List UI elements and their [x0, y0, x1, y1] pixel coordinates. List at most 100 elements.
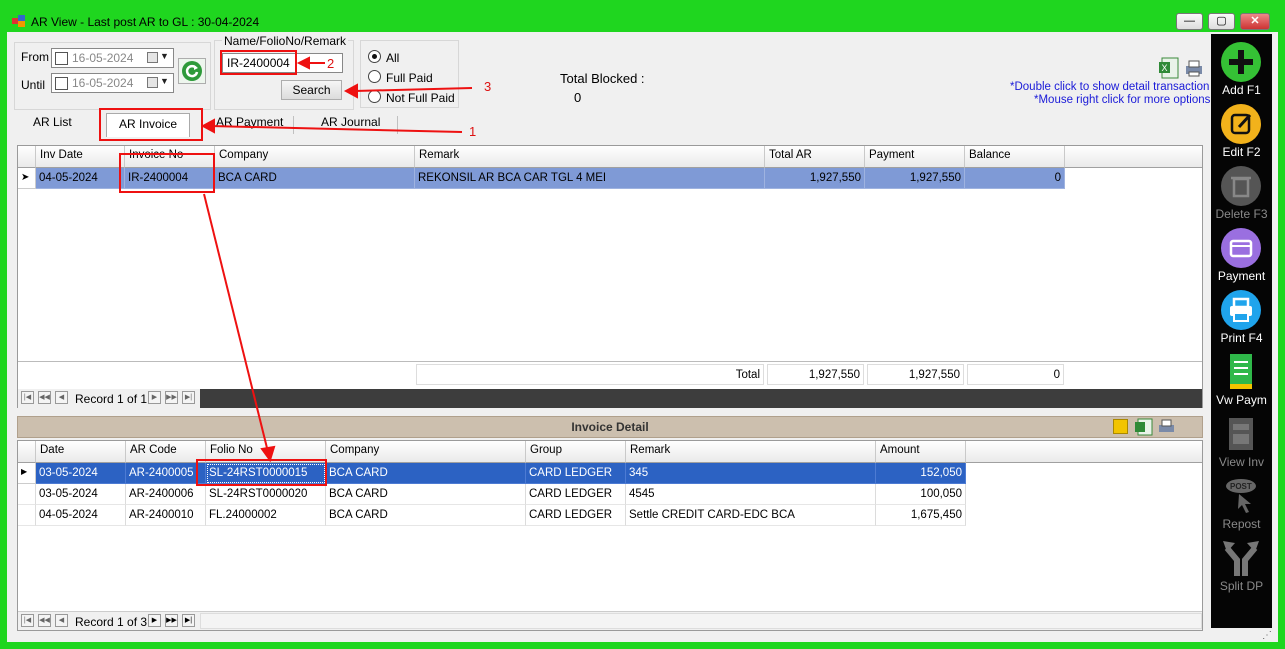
wallet-icon [1221, 228, 1261, 268]
cell-payment[interactable]: 1,927,550 [865, 168, 965, 189]
footer-total-label: Total [416, 364, 764, 385]
col-inv-date[interactable]: Inv Date [36, 146, 125, 168]
col-remark[interactable]: Remark [415, 146, 765, 168]
cell-remark[interactable]: 4545 [626, 484, 876, 505]
col-date[interactable]: Date [36, 441, 126, 463]
radio-full-paid[interactable] [368, 70, 381, 83]
col-total-ar[interactable]: Total AR [765, 146, 865, 168]
maximize-button[interactable]: ▢ [1208, 13, 1235, 30]
until-date-checkbox[interactable] [55, 77, 68, 90]
add-button[interactable]: Add F1 [1211, 38, 1272, 100]
cell-group[interactable]: CARD LEDGER [526, 505, 626, 526]
view-payment-button[interactable]: Vw Paym [1211, 348, 1272, 410]
prev-page-icon[interactable]: ◀◀ [38, 614, 51, 627]
col-company[interactable]: Company [215, 146, 415, 168]
tab-ar-journal[interactable]: AR Journal [317, 112, 384, 136]
cell-company[interactable]: BCA CARD [326, 484, 526, 505]
cell-group[interactable]: CARD LEDGER [526, 484, 626, 505]
view-invoice-button[interactable]: View Inv [1211, 410, 1272, 472]
prev-record-icon[interactable]: ◀ [55, 391, 68, 404]
next-page-icon[interactable]: ▶▶ [165, 614, 178, 627]
search-button[interactable]: Search [281, 80, 342, 100]
cell-total-ar[interactable]: 1,927,550 [765, 168, 865, 189]
cell-amount[interactable]: 1,675,450 [876, 505, 966, 526]
row-header [18, 484, 36, 505]
minimize-button[interactable]: — [1176, 13, 1203, 30]
next-page-icon[interactable]: ▶▶ [165, 391, 178, 404]
refresh-button[interactable] [178, 58, 206, 84]
cell-folio-no[interactable]: FL.24000002 [206, 505, 326, 526]
col-balance[interactable]: Balance [965, 146, 1065, 168]
horizontal-scrollbar[interactable] [200, 613, 1202, 629]
cell-balance[interactable]: 0 [965, 168, 1065, 189]
horizontal-scrollbar[interactable] [200, 389, 1202, 408]
cell-folio-no[interactable]: SL-24RST0000020 [206, 484, 326, 505]
tab-divider [397, 116, 398, 134]
col-amount[interactable]: Amount [876, 441, 966, 463]
expand-icon[interactable] [1113, 419, 1128, 434]
row-pointer-icon: ▶ [18, 463, 36, 484]
first-record-icon[interactable]: |◀ [21, 391, 34, 404]
cell-company[interactable]: BCA CARD [326, 463, 526, 484]
repost-button[interactable]: POST Repost [1211, 472, 1272, 534]
tab-divider [293, 116, 294, 134]
last-record-icon[interactable]: ▶| [182, 391, 195, 404]
detail-grid[interactable]: Date AR Code Folio No Company Group Rema… [17, 440, 1203, 631]
chevron-down-icon[interactable]: ▼ [160, 76, 169, 86]
prev-record-icon[interactable]: ◀ [55, 614, 68, 627]
annotation-label-3: 3 [484, 79, 492, 94]
cell-ar-code[interactable]: AR-2400005 [126, 463, 206, 484]
radio-all[interactable] [368, 50, 381, 63]
from-date-checkbox[interactable] [55, 52, 68, 65]
resize-grip[interactable]: ⋰ [1262, 630, 1272, 641]
cell-remark[interactable]: Settle CREDIT CARD-EDC BCA [626, 505, 876, 526]
close-button[interactable]: ✕ [1240, 13, 1270, 30]
cell-remark[interactable]: REKONSIL AR BCA CAR TGL 4 MEI [415, 168, 765, 189]
print-setup-icon[interactable] [1158, 419, 1176, 438]
first-record-icon[interactable]: |◀ [21, 614, 34, 627]
cell-inv-date[interactable]: 04-05-2024 [36, 168, 125, 189]
split-dp-button[interactable]: Split DP [1211, 534, 1272, 596]
next-record-icon[interactable]: ▶ [148, 614, 161, 627]
calendar-icon [147, 52, 158, 63]
radio-all-label: All [386, 51, 400, 65]
radio-not-full-paid-label: Not Full Paid [386, 91, 455, 105]
print-button[interactable]: Print F4 [1211, 286, 1272, 348]
cell-amount[interactable]: 152,050 [876, 463, 966, 484]
cell-company[interactable]: BCA CARD [326, 505, 526, 526]
payment-label: Payment [1217, 269, 1266, 283]
from-date-picker[interactable]: 16-05-2024 ▼ [51, 48, 174, 68]
excel-export-icon[interactable]: X [1159, 57, 1179, 82]
col-payment[interactable]: Payment [865, 146, 965, 168]
tab-ar-list[interactable]: AR List [29, 112, 76, 136]
cell-remark[interactable]: 345 [626, 463, 876, 484]
delete-button[interactable]: Delete F3 [1211, 162, 1272, 224]
cell-ar-code[interactable]: AR-2400006 [126, 484, 206, 505]
last-record-icon[interactable]: ▶| [182, 614, 195, 627]
col-group[interactable]: Group [526, 441, 626, 463]
cell-date[interactable]: 03-05-2024 [36, 463, 126, 484]
hint-double-click: *Double click to show detail transaction [1010, 81, 1210, 93]
print-setup-icon[interactable] [1184, 59, 1204, 80]
next-record-icon[interactable]: ▶ [148, 391, 161, 404]
chevron-down-icon[interactable]: ▼ [160, 51, 169, 61]
cell-company[interactable]: BCA CARD [215, 168, 415, 189]
record-navigator: |◀ ◀◀ ◀ Record 1 of 1 ▶ ▶▶ ▶| [18, 389, 1202, 408]
plus-icon [1221, 42, 1261, 82]
split-icon [1221, 538, 1261, 578]
until-date-picker[interactable]: 16-05-2024 ▼ [51, 73, 174, 93]
cell-ar-code[interactable]: AR-2400010 [126, 505, 206, 526]
excel-export-icon[interactable] [1135, 418, 1153, 439]
cell-group[interactable]: CARD LEDGER [526, 463, 626, 484]
cell-amount[interactable]: 100,050 [876, 484, 966, 505]
col-company[interactable]: Company [326, 441, 526, 463]
col-ar-code[interactable]: AR Code [126, 441, 206, 463]
prev-page-icon[interactable]: ◀◀ [38, 391, 51, 404]
col-remark[interactable]: Remark [626, 441, 876, 463]
cell-date[interactable]: 03-05-2024 [36, 484, 126, 505]
cell-date[interactable]: 04-05-2024 [36, 505, 126, 526]
payment-button[interactable]: Payment [1211, 224, 1272, 286]
radio-not-full-paid[interactable] [368, 90, 381, 103]
tab-ar-payment[interactable]: AR Payment [212, 112, 287, 136]
edit-button[interactable]: Edit F2 [1211, 100, 1272, 162]
